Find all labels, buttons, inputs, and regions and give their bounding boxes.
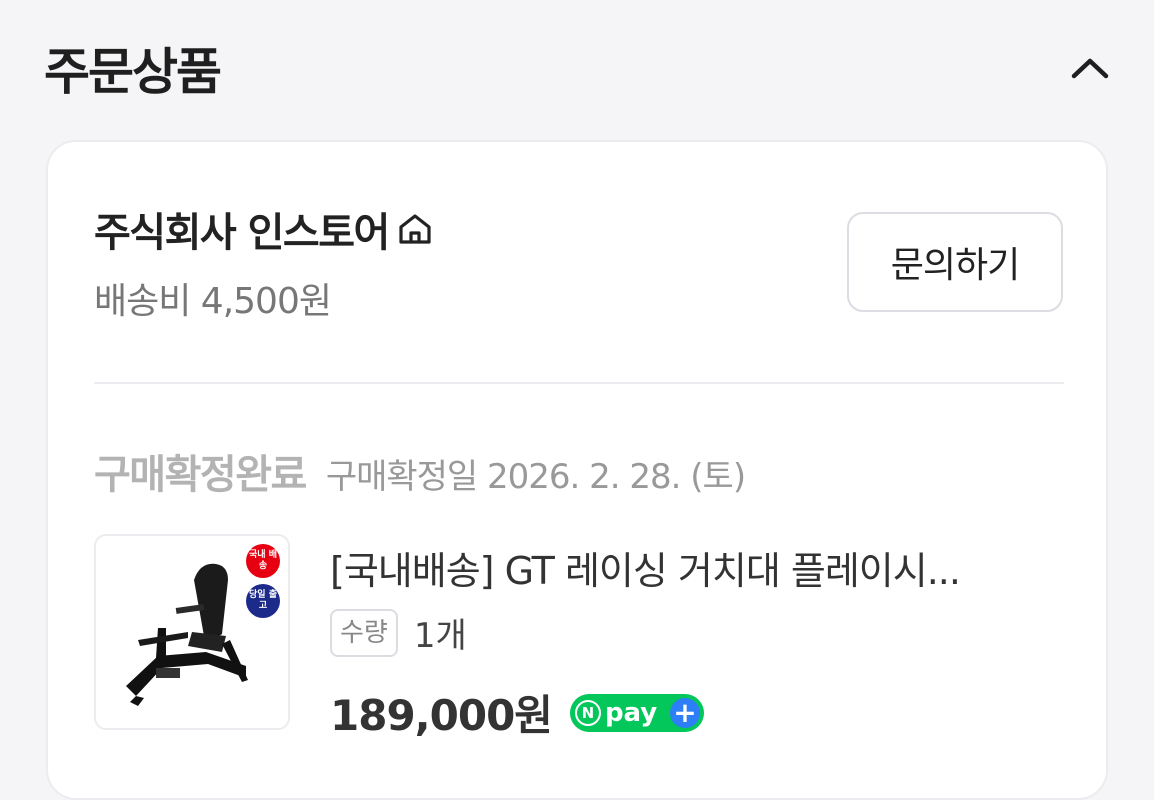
order-status-row: 구매확정완료 구매확정일 2026. 2. 28. (토)	[94, 442, 746, 500]
quantity-label: 수량	[330, 608, 398, 657]
npay-n-icon: N	[574, 699, 601, 726]
inquiry-button[interactable]: 문의하기	[847, 212, 1063, 312]
quantity-row: 수량 1개	[330, 608, 467, 657]
quantity-value: 1개	[413, 616, 467, 656]
plus-icon: +	[669, 697, 700, 728]
confirm-date: 구매확정일 2026. 2. 28. (토)	[325, 457, 746, 497]
price-row: 189,000원 N pay +	[330, 682, 704, 743]
collapse-toggle[interactable]	[1066, 44, 1114, 92]
order-items-header: 주문상품	[44, 30, 1114, 101]
order-status: 구매확정완료	[94, 452, 307, 498]
product-thumbnail[interactable]: 국내 배송 당일 출고	[94, 534, 290, 730]
npay-plus-badge: N pay +	[569, 693, 704, 732]
divider	[94, 382, 1064, 384]
home-icon[interactable]	[395, 209, 435, 249]
store-name[interactable]: 주식회사 인스토어	[94, 200, 390, 258]
product-title[interactable]: [국내배송] GT 레이싱 거치대 플레이시...	[330, 540, 1050, 595]
chevron-up-icon	[1071, 58, 1109, 79]
store-name-row[interactable]: 주식회사 인스토어	[94, 200, 435, 258]
section-title: 주문상품	[44, 43, 222, 101]
shipping-fee: 배송비 4,500원	[94, 281, 332, 322]
order-card: 주식회사 인스토어 배송비 4,500원 문의하기 구매확정완료 구매확정일 2…	[46, 140, 1108, 800]
domestic-shipping-badge: 국내 배송	[246, 544, 280, 578]
product-price: 189,000원	[330, 691, 553, 740]
same-day-dispatch-badge: 당일 출고	[246, 584, 280, 618]
npay-label: pay	[604, 697, 658, 728]
